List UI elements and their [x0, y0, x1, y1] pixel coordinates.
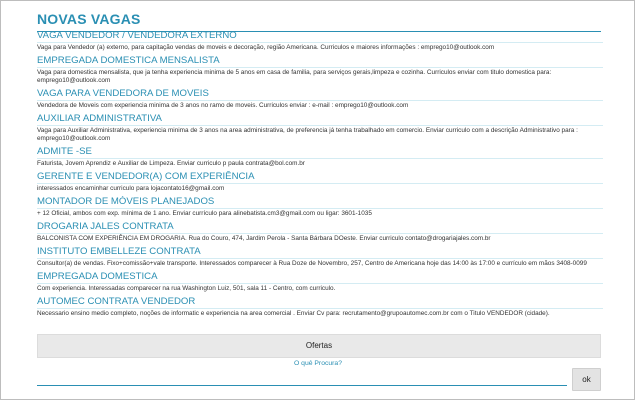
app-window: NOVAS VAGAS VAGA VENDEDOR / VENDEDORA EX…	[0, 0, 635, 400]
search-prompt-link[interactable]: O quê Procura?	[37, 358, 599, 370]
job-item[interactable]: AUXILIAR ADMINISTRATIVA Vaga para Auxilia…	[37, 113, 603, 145]
job-description: + 12 Oficial, ambos com exp. mínima de 1…	[37, 210, 372, 217]
job-title[interactable]: EMPREGADA DOMESTICA	[37, 271, 603, 284]
job-item[interactable]: AUTOMEC CONTRATA VENDEDOR Necessario ensi…	[37, 296, 603, 319]
job-description: Vaga para Auxiliar Administrativa, exper…	[37, 127, 578, 142]
job-title[interactable]: AUXILIAR ADMINISTRATIVA	[37, 113, 603, 126]
job-item[interactable]: GERENTE E VENDEDOR(A) COM EXPERIÊNCIA int…	[37, 171, 603, 195]
job-item[interactable]: DROGARIA JALES CONTRATA BALCONISTA COM EX…	[37, 221, 603, 245]
job-description: Consultor(a) de vendas. Fixo+comissão+va…	[37, 260, 587, 267]
search-input[interactable]	[37, 371, 567, 386]
job-item[interactable]: VAGA PARA VENDEDORA DE MOVEIS Vendedora d…	[37, 88, 603, 112]
tab-ofertas[interactable]: Ofertas	[37, 334, 601, 358]
job-item[interactable]: EMPREGADA DOMESTICA MENSALISTA Vaga para …	[37, 55, 603, 87]
job-description: Vendedora de Moveis com experiencia mini…	[37, 102, 409, 109]
job-title[interactable]: AUTOMEC CONTRATA VENDEDOR	[37, 296, 603, 309]
job-title[interactable]: MONTADOR DE MÓVEIS PLANEJADOS	[37, 196, 603, 209]
job-item[interactable]: INSTITUTO EMBELLEZE CONTRATA Consultor(a)…	[37, 246, 603, 270]
job-title[interactable]: DROGARIA JALES CONTRATA	[37, 221, 603, 234]
job-title[interactable]: VAGA PARA VENDEDORA DE MOVEIS	[37, 88, 603, 101]
job-item[interactable]: ADMITE -SE Faturista, Jovem Aprendiz e Au…	[37, 146, 603, 170]
job-title[interactable]: ADMITE -SE	[37, 146, 603, 159]
job-item[interactable]: VAGA VENDEDOR / VENDEDORA EXTERNO Vaga pa…	[37, 30, 603, 54]
job-item[interactable]: MONTADOR DE MÓVEIS PLANEJADOS + 12 Oficia…	[37, 196, 603, 220]
ok-button[interactable]: ok	[572, 368, 601, 391]
job-description: Vaga para domestica mensalista, que ja t…	[37, 69, 552, 84]
job-description: BALCONISTA COM EXPERIÊNCIA EM DROGARIA. …	[37, 235, 491, 242]
job-description: Vaga para Vendedor (a) externo, para cap…	[37, 44, 495, 51]
job-title[interactable]: GERENTE E VENDEDOR(A) COM EXPERIÊNCIA	[37, 171, 603, 184]
job-description: interessados encaminhar curriculo para l…	[37, 185, 225, 192]
job-title[interactable]: VAGA VENDEDOR / VENDEDORA EXTERNO	[37, 30, 603, 43]
job-title[interactable]: EMPREGADA DOMESTICA MENSALISTA	[37, 55, 603, 68]
job-description: Faturista, Jovem Aprendiz e Auxiliar de …	[37, 160, 305, 167]
job-description: Necessario ensino medio completo, noções…	[37, 310, 550, 317]
job-title[interactable]: INSTITUTO EMBELLEZE CONTRATA	[37, 246, 603, 259]
job-list[interactable]: VAGA VENDEDOR / VENDEDORA EXTERNO Vaga pa…	[37, 29, 603, 319]
job-item[interactable]: EMPREGADA DOMESTICA Com experiencia. Inte…	[37, 271, 603, 295]
job-description: Com experiencia. Interessadas comparecer…	[37, 285, 336, 292]
